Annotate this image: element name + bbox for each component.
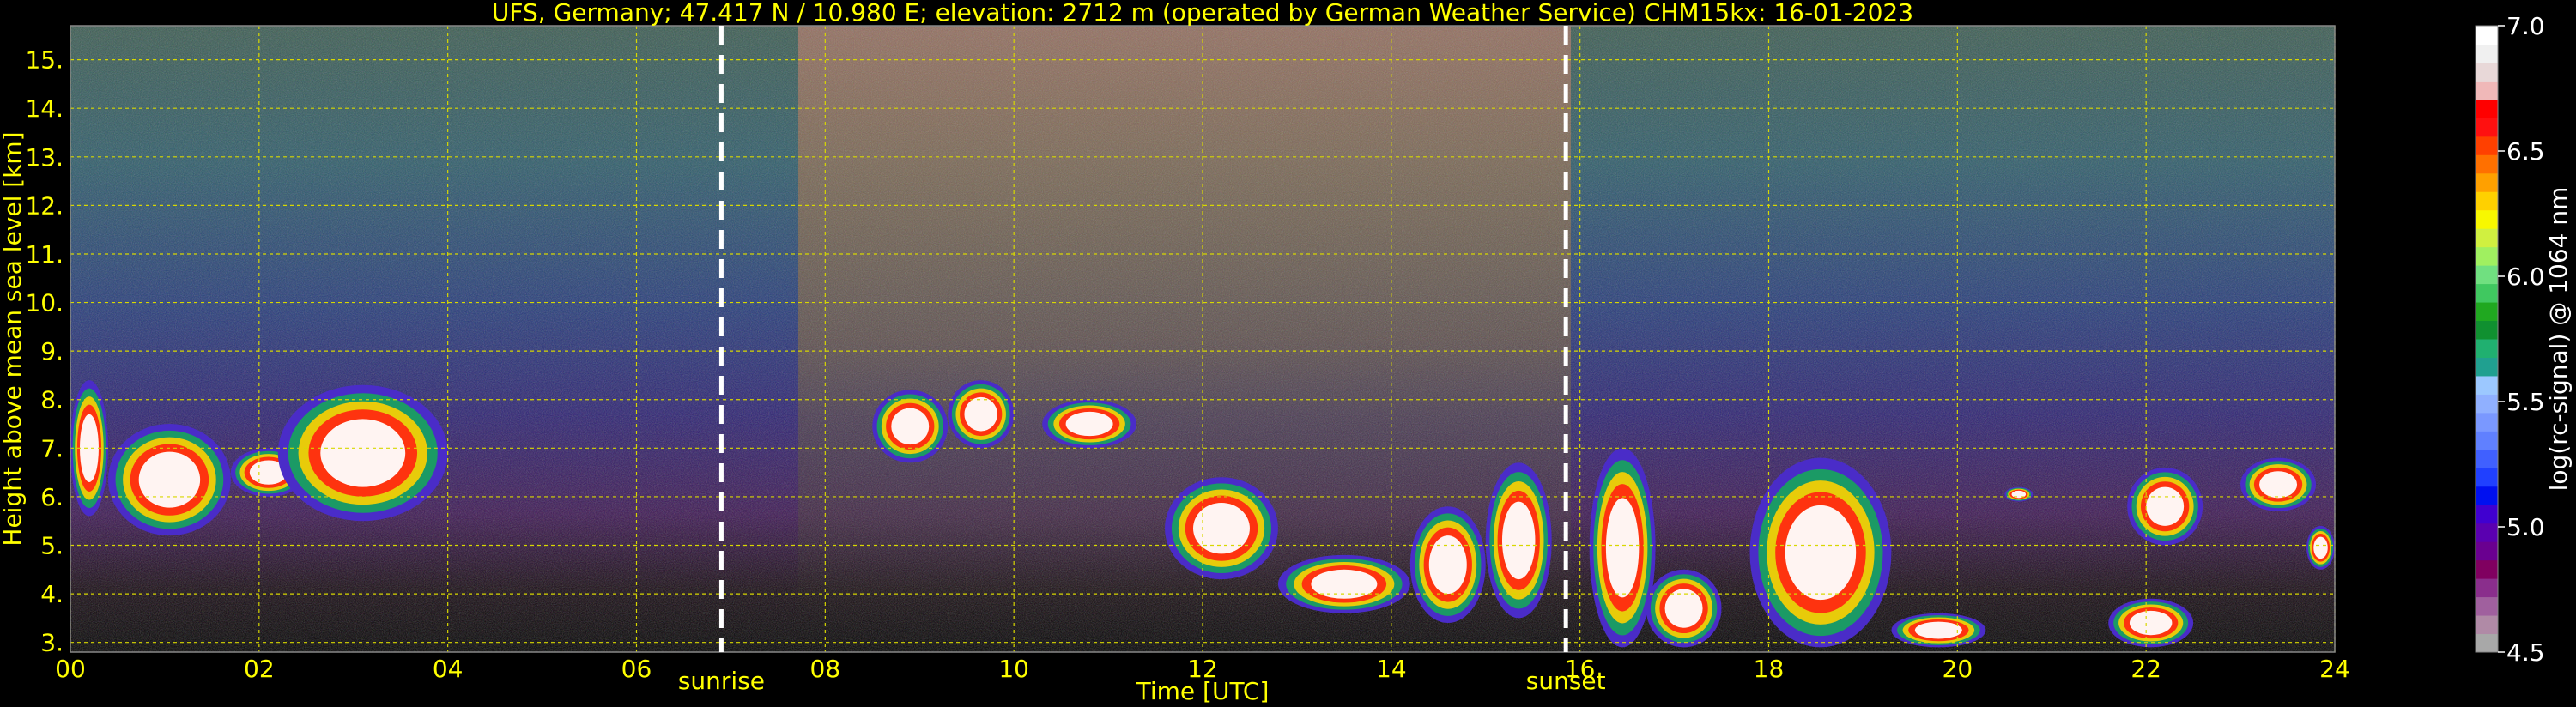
cloud-band bbox=[1785, 505, 1857, 601]
y-tick-label: 3. bbox=[40, 629, 64, 657]
y-tick-label: 4. bbox=[40, 580, 64, 608]
colorbar-swatch bbox=[2476, 339, 2498, 358]
x-tick-label: 10 bbox=[998, 655, 1029, 683]
colorbar-swatch bbox=[2476, 375, 2498, 395]
y-tick-label: 14. bbox=[25, 94, 64, 123]
colorbar-swatch bbox=[2476, 99, 2498, 118]
colorbar-swatch bbox=[2476, 320, 2498, 340]
x-tick-label: 04 bbox=[433, 655, 464, 683]
colorbar-tick-label: 7.0 bbox=[2506, 12, 2545, 40]
x-tick-label: 22 bbox=[2131, 655, 2161, 683]
colorbar-tick-label: 6.5 bbox=[2506, 137, 2545, 166]
colorbar-swatch bbox=[2476, 468, 2498, 487]
colorbar-tick-label: 5.0 bbox=[2506, 513, 2545, 541]
colorbar-swatch bbox=[2476, 136, 2498, 155]
colorbar-swatch bbox=[2476, 62, 2498, 82]
cloud-band bbox=[79, 414, 99, 482]
x-tick-label: 00 bbox=[55, 655, 86, 683]
colorbar-swatch bbox=[2476, 505, 2498, 524]
colorbar-tick-label: 4.5 bbox=[2506, 638, 2545, 667]
colorbar-swatch bbox=[2476, 559, 2498, 579]
cloud-band bbox=[891, 408, 930, 445]
sunrise-label: sunrise bbox=[678, 667, 765, 695]
y-axis-label: Height above mean sea level [km] bbox=[0, 131, 27, 546]
x-tick-label: 20 bbox=[1943, 655, 1973, 683]
y-tick-label: 10. bbox=[25, 289, 64, 317]
colorbar-swatch bbox=[2476, 431, 2498, 450]
cloud-band bbox=[2146, 486, 2185, 526]
y-tick-label: 15. bbox=[25, 46, 64, 75]
y-tick-label: 9. bbox=[40, 337, 64, 366]
chart-title: UFS, Germany; 47.417 N / 10.980 E; eleva… bbox=[492, 0, 1913, 27]
colorbar-swatch bbox=[2476, 615, 2498, 635]
colorbar-swatch bbox=[2476, 26, 2498, 45]
x-axis-label: Time [UTC] bbox=[1136, 677, 1270, 705]
x-tick-label: 06 bbox=[621, 655, 652, 683]
y-tick-label: 12. bbox=[25, 191, 64, 220]
ceilometer-chart: sunrise sunset 00 02 04 06 08 10 12 14 16 18 20 22 24… bbox=[0, 0, 2573, 705]
cloud-band bbox=[1193, 502, 1250, 554]
colorbar-swatch bbox=[2476, 486, 2498, 505]
cloud-band bbox=[1605, 498, 1640, 598]
cloud-band bbox=[320, 419, 406, 487]
colorbar-swatch bbox=[2476, 412, 2498, 432]
cloud-band bbox=[2129, 610, 2173, 636]
colorbar-tick-labels: 4.5 5.0 5.5 6.0 6.5 7.0 bbox=[2498, 12, 2545, 667]
colorbar-swatch bbox=[2476, 246, 2498, 266]
colorbar-swatch bbox=[2476, 449, 2498, 468]
x-tick-label: 02 bbox=[244, 655, 275, 683]
colorbar-swatch bbox=[2476, 283, 2498, 303]
colorbar-swatch bbox=[2476, 172, 2498, 192]
colorbar-swatch bbox=[2476, 357, 2498, 377]
colorbar-swatch bbox=[2476, 596, 2498, 616]
colorbar-swatch bbox=[2476, 118, 2498, 137]
cloud-band bbox=[1914, 621, 1962, 639]
y-tick-label: 7. bbox=[40, 434, 64, 462]
cloud-band bbox=[964, 396, 997, 432]
y-tick-label: 8. bbox=[40, 386, 64, 414]
colorbar-swatch bbox=[2476, 81, 2498, 100]
x-tick-label: 18 bbox=[1754, 655, 1785, 683]
y-tick-label: 11. bbox=[25, 240, 64, 269]
colorbar-swatch bbox=[2476, 541, 2498, 561]
colorbar-swatch bbox=[2476, 523, 2498, 542]
colorbar-tick-label: 5.5 bbox=[2506, 388, 2545, 416]
cloud-band bbox=[1065, 411, 1113, 437]
colorbar-swatch bbox=[2476, 302, 2498, 322]
colorbar-swatches bbox=[2476, 26, 2498, 653]
colorbar-label: log(rc-signal) @ 1064 nm bbox=[2544, 187, 2573, 492]
x-tick-label: 16 bbox=[1565, 655, 1596, 683]
x-tick-label: 14 bbox=[1376, 655, 1407, 683]
colorbar-swatch bbox=[2476, 265, 2498, 285]
colorbar: 4.5 5.0 5.5 6.0 6.5 7.0 log(rc-signal) @ 1064… bbox=[2475, 12, 2573, 667]
colorbar-swatch bbox=[2476, 228, 2498, 248]
colorbar-swatch bbox=[2476, 633, 2498, 653]
cloud-band bbox=[1664, 589, 1703, 628]
colorbar-swatch bbox=[2476, 44, 2498, 63]
colorbar-swatch bbox=[2476, 154, 2498, 174]
colorbar-tick-label: 6.0 bbox=[2506, 263, 2545, 291]
colorbar-swatch bbox=[2476, 191, 2498, 211]
x-tick-label: 24 bbox=[2319, 655, 2350, 683]
y-tick-label: 6. bbox=[40, 483, 64, 511]
cloud-band bbox=[138, 451, 201, 508]
y-tick-label: 13. bbox=[25, 143, 64, 172]
y-tick-label: 5. bbox=[40, 532, 64, 560]
plot-area bbox=[70, 26, 2335, 652]
colorbar-swatch bbox=[2476, 209, 2498, 229]
cloud-band bbox=[1501, 501, 1536, 580]
x-tick-label: 08 bbox=[810, 655, 841, 683]
cloud-band bbox=[1428, 535, 1467, 595]
cloud-band bbox=[2259, 471, 2298, 499]
colorbar-swatch bbox=[2476, 578, 2498, 598]
cloud-band bbox=[2313, 536, 2328, 559]
colorbar-swatch bbox=[2476, 394, 2498, 414]
y-tick-labels: 3. 4. 5. 6. 7. 8. 9. 10. 11. 12. 13. 14. 15. bbox=[25, 46, 64, 657]
